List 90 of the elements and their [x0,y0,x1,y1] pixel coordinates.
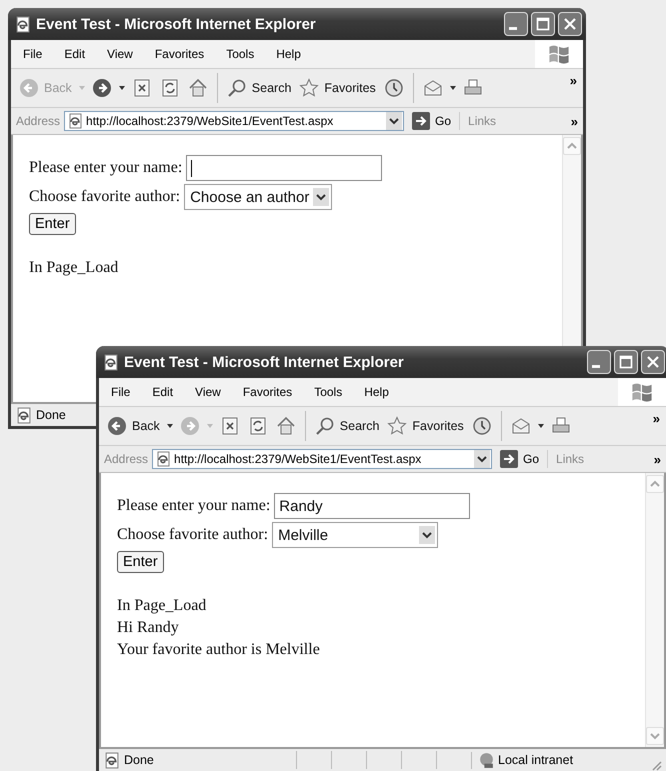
output-line: Hi Randy [117,618,180,638]
field-label: Please enter your name: [117,497,270,515]
dropdown-icon[interactable] [474,450,490,468]
menu-item[interactable]: Help [352,385,399,399]
refresh-icon[interactable] [248,416,268,436]
caret-icon [166,422,174,430]
name-field[interactable] [186,155,382,181]
menu-item[interactable]: Favorites [142,47,214,61]
go-button[interactable]: Go [496,450,548,468]
menu-item[interactable]: Help [264,47,311,61]
output-line: Your favorite author is Melville [117,640,321,660]
minimize-icon [509,27,517,30]
refresh-icon[interactable] [160,78,180,98]
history-icon[interactable] [384,78,404,98]
menu-item[interactable]: View [183,385,231,399]
dropdown-icon[interactable] [386,112,402,130]
caret-icon [536,422,545,430]
zone-text: Local intranet [498,753,574,767]
home-icon[interactable] [276,416,296,436]
search-icon [314,416,335,436]
enter-button[interactable]: Enter [117,551,164,573]
output-line: In Page_Load [117,596,208,616]
go-button[interactable]: Go [408,112,460,130]
maximize-icon [618,354,634,370]
toolbar-overflow[interactable]: » [570,69,577,88]
menu-item[interactable]: Edit [140,385,184,399]
maximize-button[interactable] [531,12,555,36]
page-icon [103,752,120,768]
name-field[interactable]: Randy [274,493,470,519]
search-icon [226,78,247,98]
window-title: Event Test - Microsoft Internet Explorer [124,354,405,370]
stop-icon[interactable] [220,416,240,436]
network-icon [478,752,495,768]
toolbar-overflow[interactable]: » [652,407,660,426]
close-icon [645,354,661,370]
menu-item[interactable]: Favorites [230,385,302,399]
page-icon [67,113,84,129]
favorites-button[interactable]: Favorites [385,416,466,436]
close-icon [562,16,578,32]
field-label: Choose favorite author: [117,526,268,544]
output-line: In Page_Load [29,258,120,278]
caret-icon [78,84,86,92]
maximize-button[interactable] [614,350,638,374]
menu-item[interactable]: Tools [302,385,352,399]
favorites-button[interactable]: Favorites [297,78,378,98]
menu-item[interactable]: View [95,47,143,61]
menu-item[interactable]: Edit [52,47,96,61]
page-icon [14,16,31,32]
status-text: Done [124,753,155,767]
page-icon [155,451,172,467]
author-select[interactable]: Choose an author [184,184,332,210]
dropdown-icon [313,188,330,206]
minimize-icon [592,365,600,368]
star-icon [387,416,408,436]
caret-icon [118,84,126,92]
home-icon[interactable] [188,78,208,98]
author-select[interactable]: Melville [272,522,438,548]
field-label: Choose favorite author: [29,188,180,206]
window-title: Event Test - Microsoft Internet Explorer [36,16,317,32]
search-button[interactable]: Search [312,416,382,436]
field-label: Please enter your name: [29,159,182,177]
resize-grip-icon[interactable] [650,759,662,771]
address-field[interactable]: http://localhost:2379/WebSite1/EventTest.aspx [152,449,492,469]
links-overflow[interactable]: » [570,114,578,128]
maximize-icon [535,16,551,32]
star-icon [299,78,320,98]
address-field[interactable]: http://localhost:2379/WebSite1/EventTest.aspx [64,111,404,131]
dropdown-icon [419,526,436,544]
links-overflow[interactable]: » [654,452,661,466]
back-button[interactable]: Back [105,416,162,436]
search-button[interactable]: Search [224,78,294,98]
address-label: Address [104,452,148,466]
history-icon[interactable] [472,416,492,436]
minimize-button[interactable] [587,350,611,374]
menu-item[interactable]: File [99,385,140,399]
mail-icon[interactable] [510,416,531,436]
page-icon [15,406,32,424]
status-text: Done [36,408,67,422]
caret-icon [206,422,214,430]
mail-icon[interactable] [422,78,443,98]
caret-icon [448,84,457,92]
address-label: Address [16,114,60,128]
close-button[interactable] [641,350,665,374]
enter-button[interactable]: Enter [29,213,76,235]
menu-item[interactable]: File [11,47,52,61]
minimize-button[interactable] [504,12,528,36]
page-icon [102,354,119,370]
close-button[interactable] [558,12,582,36]
menu-item[interactable]: Tools [214,47,264,61]
stop-icon[interactable] [132,78,152,98]
